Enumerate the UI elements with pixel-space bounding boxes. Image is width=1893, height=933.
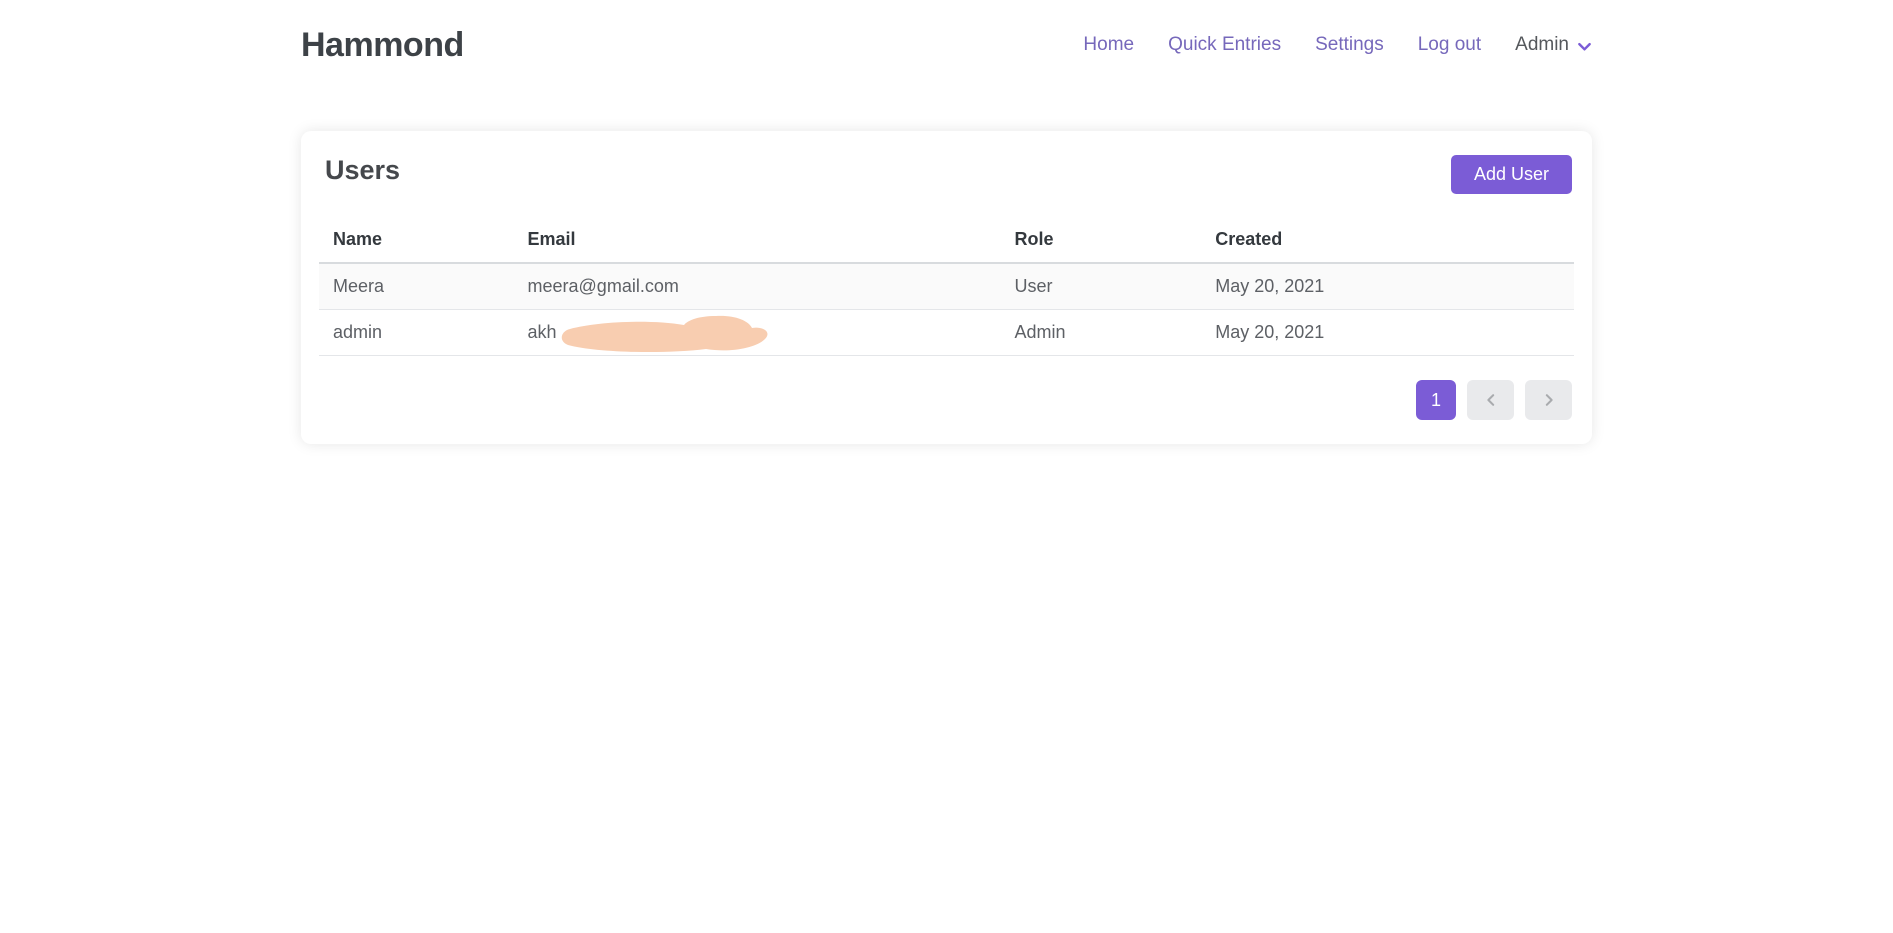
cell-role: User bbox=[1000, 263, 1201, 310]
chevron-down-icon bbox=[1577, 39, 1592, 54]
cell-created: May 20, 2021 bbox=[1201, 263, 1574, 310]
brand-logo[interactable]: Hammond bbox=[301, 26, 464, 65]
nav-item-logout[interactable]: Log out bbox=[1418, 34, 1481, 56]
page-1-button[interactable]: 1 bbox=[1416, 380, 1456, 420]
users-table: Name Email Role Created Meera meera@gmai… bbox=[319, 220, 1574, 356]
cell-name: Meera bbox=[319, 263, 514, 310]
next-page-button[interactable] bbox=[1525, 380, 1572, 420]
column-header-role: Role bbox=[1000, 220, 1201, 263]
prev-page-button[interactable] bbox=[1467, 380, 1514, 420]
cell-name: admin bbox=[319, 310, 514, 356]
chevron-left-icon bbox=[1484, 393, 1498, 407]
main-nav: Home Quick Entries Settings Log out Admi… bbox=[1083, 34, 1592, 56]
user-menu-label: Admin bbox=[1515, 34, 1569, 56]
user-menu-dropdown[interactable]: Admin bbox=[1515, 34, 1592, 56]
page-title: Users bbox=[325, 155, 400, 186]
cell-email-text: akh bbox=[528, 322, 557, 342]
nav-item-settings[interactable]: Settings bbox=[1315, 34, 1384, 56]
column-header-name: Name bbox=[319, 220, 514, 263]
users-card: Users Add User Name Email Role Created M… bbox=[301, 131, 1592, 444]
cell-created: May 20, 2021 bbox=[1201, 310, 1574, 356]
column-header-email: Email bbox=[514, 220, 1001, 263]
users-card-header: Users Add User bbox=[319, 155, 1574, 194]
users-table-body: Meera meera@gmail.com User May 20, 2021 … bbox=[319, 263, 1574, 356]
nav-item-home[interactable]: Home bbox=[1083, 34, 1134, 56]
cell-email: meera@gmail.com bbox=[514, 263, 1001, 310]
page-content: Users Add User Name Email Role Created M… bbox=[301, 131, 1592, 444]
top-navbar: Hammond Home Quick Entries Settings Log … bbox=[0, 0, 1893, 90]
nav-item-quick-entries[interactable]: Quick Entries bbox=[1168, 34, 1281, 56]
table-row: Meera meera@gmail.com User May 20, 2021 bbox=[319, 263, 1574, 310]
cell-email: akh bbox=[514, 310, 1001, 356]
email-redaction-scribble bbox=[558, 312, 796, 356]
column-header-created: Created bbox=[1201, 220, 1574, 263]
cell-role: Admin bbox=[1000, 310, 1201, 356]
add-user-button[interactable]: Add User bbox=[1451, 155, 1572, 194]
pagination: 1 bbox=[319, 380, 1574, 420]
table-row: admin akh Admin May 20, 2021 bbox=[319, 310, 1574, 356]
users-table-head: Name Email Role Created bbox=[319, 220, 1574, 263]
chevron-right-icon bbox=[1542, 393, 1556, 407]
